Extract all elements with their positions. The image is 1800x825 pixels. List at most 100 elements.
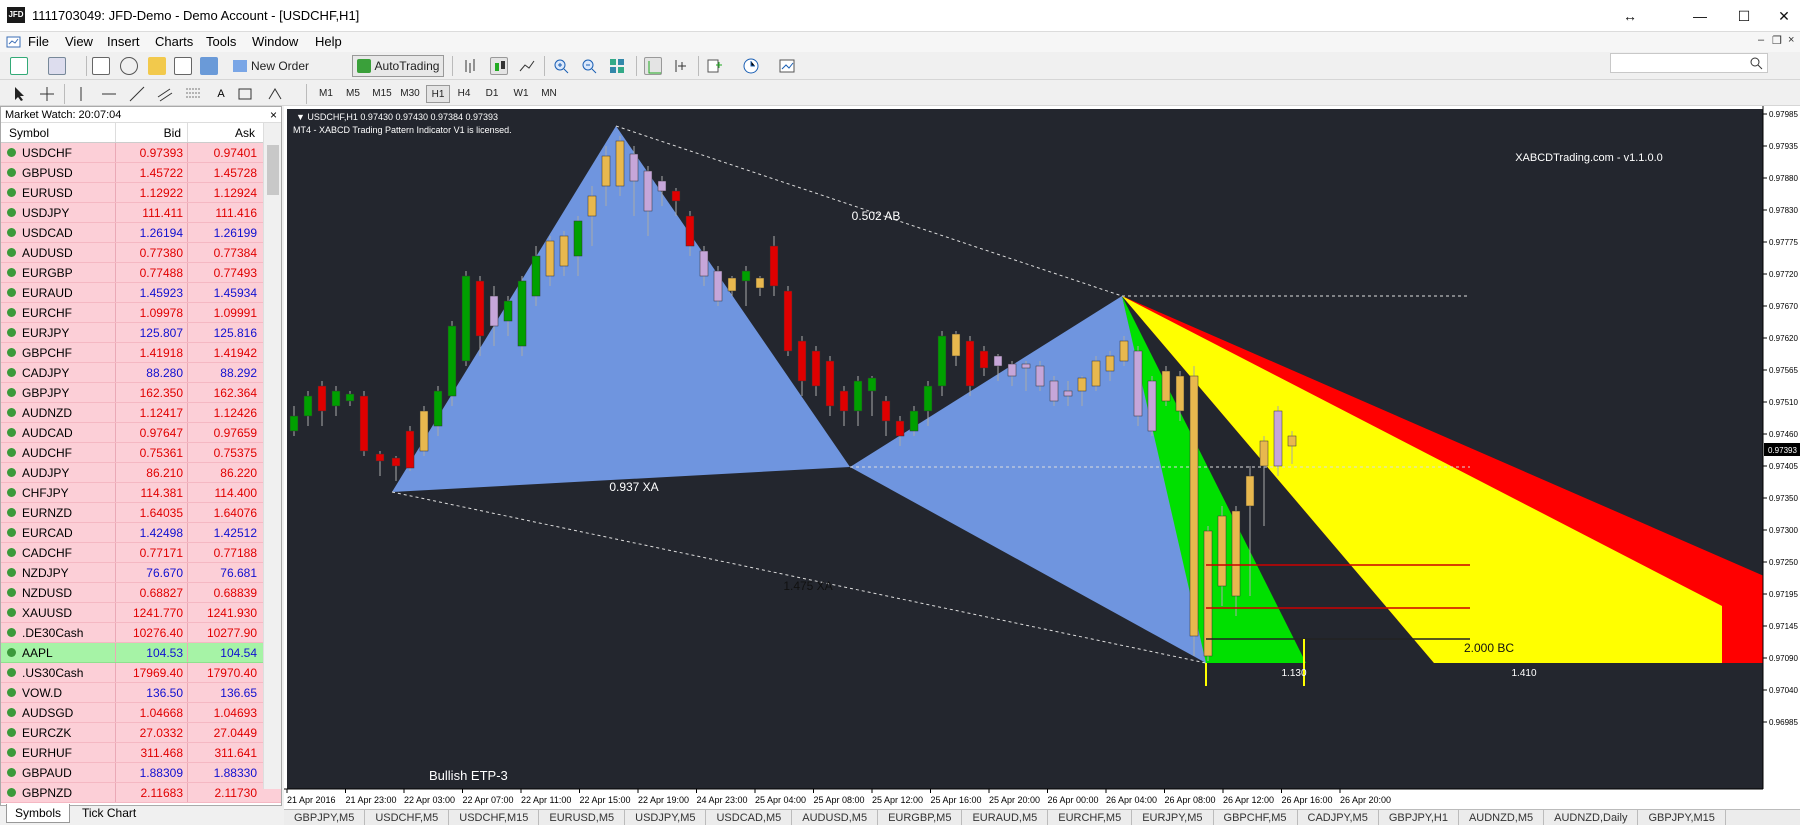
market-watch-row[interactable]: .US30Cash 17969.40 17970.40 (1, 663, 281, 683)
trendline-icon[interactable] (128, 85, 146, 103)
chart-tab[interactable]: AUDNZD,M5 (1459, 810, 1545, 825)
tf-mn[interactable]: MN (536, 85, 562, 103)
chart-tab[interactable]: EURUSD,M5 (539, 810, 626, 825)
market-watch-row[interactable]: EURJPY 125.807 125.816 (1, 323, 281, 343)
zoom-in-icon[interactable] (552, 57, 570, 75)
profiles-icon[interactable] (48, 57, 66, 75)
market-watch-row[interactable]: GBPCHF 1.41918 1.41942 (1, 343, 281, 363)
market-watch-row[interactable]: GBPJPY 162.350 162.364 (1, 383, 281, 403)
market-watch-row[interactable]: NZDJPY 76.670 76.681 (1, 563, 281, 583)
chart-window[interactable]: 0.502 AB 0.937 XA 1.475 XA 2.000 BC 1.130 1.4… (284, 106, 1800, 809)
maximize-button[interactable]: ☐ (1722, 4, 1766, 28)
column-ask[interactable]: Ask (188, 123, 261, 142)
tf-m15[interactable]: M15 (368, 85, 396, 103)
market-watch-row[interactable]: AUDJPY 86.210 86.220 (1, 463, 281, 483)
zoom-out-icon[interactable] (580, 57, 598, 75)
bar-chart-icon[interactable] (462, 57, 480, 75)
market-watch-row[interactable]: EURCZK 27.0332 27.0449 (1, 723, 281, 743)
menu-file[interactable]: File (28, 34, 49, 49)
market-watch-row[interactable]: EURGBP 0.77488 0.77493 (1, 263, 281, 283)
navigator-icon[interactable] (120, 57, 138, 75)
price-chart[interactable]: 0.502 AB 0.937 XA 1.475 XA 2.000 BC 1.130 1.4… (284, 106, 1800, 809)
tf-h1[interactable]: H1 (426, 85, 450, 103)
market-watch-scrollbar[interactable] (263, 123, 281, 789)
tab-symbols[interactable]: Symbols (6, 804, 71, 823)
market-watch-row[interactable]: EURAUD 1.45923 1.45934 (1, 283, 281, 303)
market-watch-row[interactable]: CHFJPY 114.381 114.400 (1, 483, 281, 503)
market-watch-row[interactable]: NZDUSD 0.68827 0.68839 (1, 583, 281, 603)
market-watch-row[interactable]: AUDUSD 0.77380 0.77384 (1, 243, 281, 263)
tf-d1[interactable]: D1 (480, 85, 504, 103)
market-watch-row[interactable]: GBPAUD 1.88309 1.88330 (1, 763, 281, 783)
restore-arrow-icon[interactable]: ↔ (1608, 4, 1652, 28)
menu-help[interactable]: Help (315, 34, 342, 49)
market-watch-row[interactable]: AUDCAD 0.97647 0.97659 (1, 423, 281, 443)
market-watch-row[interactable]: AUDCHF 0.75361 0.75375 (1, 443, 281, 463)
market-watch-row[interactable]: EURCAD 1.42498 1.42512 (1, 523, 281, 543)
market-watch-row[interactable]: USDJPY 111.411 111.416 (1, 203, 281, 223)
templates-icon[interactable] (778, 57, 796, 75)
fibonacci-icon[interactable] (184, 85, 202, 103)
tf-w1[interactable]: W1 (508, 85, 534, 103)
tf-m1[interactable]: M1 (314, 85, 338, 103)
crosshair-icon[interactable] (38, 85, 56, 103)
tf-m30[interactable]: M30 (396, 85, 424, 103)
tf-h4[interactable]: H4 (452, 85, 476, 103)
autotrading-button[interactable]: AutoTrading (352, 55, 444, 77)
data-window-icon[interactable] (148, 57, 166, 75)
channel-icon[interactable] (156, 85, 174, 103)
chart-tab[interactable]: USDCAD,M5 (706, 810, 793, 825)
cursor-icon[interactable] (10, 85, 28, 103)
chart-tab[interactable]: GBPCHF,M5 (1214, 810, 1298, 825)
market-watch-row[interactable]: USDCAD 1.26194 1.26199 (1, 223, 281, 243)
market-watch-icon[interactable] (92, 57, 110, 75)
arrows-shapes-icon[interactable] (266, 85, 284, 103)
periods-clock-icon[interactable] (742, 57, 760, 75)
chart-tab[interactable]: USDCHF,M5 (365, 810, 450, 825)
market-watch-row[interactable]: EURUSD 1.12922 1.12924 (1, 183, 281, 203)
chart-tab[interactable]: EURAUD,M5 (962, 810, 1049, 825)
market-watch-row[interactable]: CADCHF 0.77171 0.77188 (1, 543, 281, 563)
candlestick-icon[interactable] (490, 57, 508, 75)
terminal-icon[interactable] (174, 57, 192, 75)
market-watch-row[interactable]: EURNZD 1.64035 1.64076 (1, 503, 281, 523)
market-watch-row[interactable]: VOW.D 136.50 136.65 (1, 683, 281, 703)
market-watch-row[interactable]: EURHUF 311.468 311.641 (1, 743, 281, 763)
chart-tab[interactable]: USDJPY,M5 (625, 810, 707, 825)
autoscroll-icon[interactable] (672, 57, 690, 75)
vertical-line-icon[interactable] (72, 85, 90, 103)
close-icon[interactable]: × (270, 107, 277, 123)
market-watch-row[interactable]: CADJPY 88.280 88.292 (1, 363, 281, 383)
chart-tab[interactable]: EURGBP,M5 (878, 810, 963, 825)
chart-tab[interactable]: EURCHF,M5 (1048, 810, 1133, 825)
child-restore-button[interactable]: ❐ (1772, 34, 1782, 47)
market-watch-row[interactable]: AUDNZD 1.12417 1.12426 (1, 403, 281, 423)
market-watch-row[interactable]: GBPUSD 1.45722 1.45728 (1, 163, 281, 183)
child-minimize-button[interactable]: – (1758, 34, 1764, 46)
tile-windows-icon[interactable] (608, 57, 626, 75)
market-watch-row[interactable]: GBPNZD 2.11683 2.11730 (1, 783, 281, 803)
chart-tab[interactable]: AUDNZD,Daily (1544, 810, 1639, 825)
chart-tab[interactable]: AUDUSD,M5 (792, 810, 879, 825)
chart-tab[interactable]: GBPJPY,H1 (1379, 810, 1459, 825)
text-label-icon[interactable] (236, 85, 254, 103)
line-chart-icon[interactable] (518, 57, 536, 75)
tab-tick-chart[interactable]: Tick Chart (74, 804, 144, 823)
horizontal-line-icon[interactable] (100, 85, 118, 103)
search-icon[interactable] (1749, 56, 1763, 70)
chart-shift-icon[interactable] (644, 57, 662, 75)
menu-insert[interactable]: Insert (107, 34, 140, 49)
menu-charts[interactable]: Charts (155, 34, 193, 49)
child-close-button[interactable]: × (1788, 34, 1794, 46)
menu-window[interactable]: Window (252, 34, 298, 49)
market-watch-row[interactable]: USDCHF 0.97393 0.97401 (1, 143, 281, 163)
market-watch-row[interactable]: XAUUSD 1241.770 1241.930 (1, 603, 281, 623)
chart-tab[interactable]: CADJPY,M5 (1298, 810, 1379, 825)
market-watch-row[interactable]: AAPL 104.53 104.54 (1, 643, 281, 663)
chart-tab[interactable]: GBPJPY,M15 (1638, 810, 1726, 825)
search-input[interactable] (1610, 53, 1768, 73)
close-button[interactable]: ✕ (1762, 4, 1800, 28)
minimize-button[interactable]: — (1678, 4, 1722, 28)
chart-tab[interactable]: GBPJPY,M5 (284, 810, 366, 825)
market-watch-row[interactable]: EURCHF 1.09978 1.09991 (1, 303, 281, 323)
